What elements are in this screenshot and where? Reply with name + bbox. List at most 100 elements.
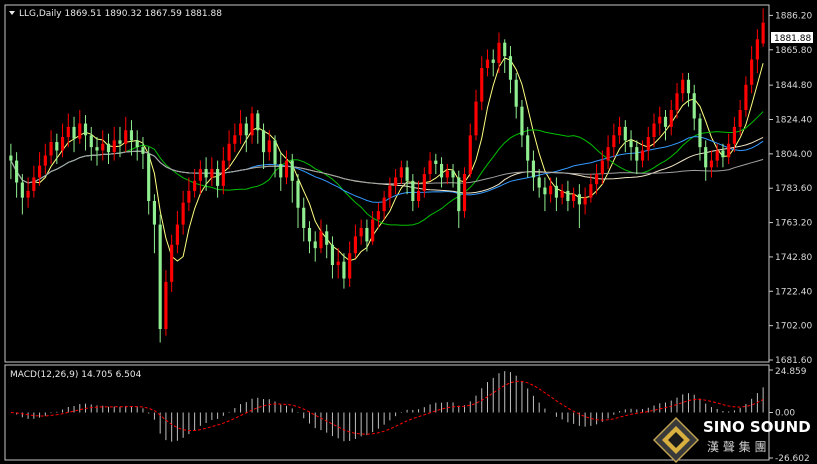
candle-body — [537, 177, 541, 188]
candle-body — [640, 150, 645, 161]
price-tick-label: 1722.40 — [775, 287, 812, 297]
candle-body — [124, 130, 128, 144]
candle-body — [296, 180, 300, 208]
candle-body — [503, 42, 507, 57]
candle-body — [681, 79, 685, 94]
candle-body — [101, 143, 105, 151]
candle-body — [227, 143, 231, 161]
candle-body — [474, 101, 478, 136]
candle-body — [543, 187, 547, 195]
candle-body — [750, 59, 754, 85]
candle-body — [526, 135, 530, 161]
candle-body — [319, 231, 323, 249]
candle-body — [267, 140, 271, 153]
candle-body — [572, 194, 576, 202]
candle-body — [629, 140, 633, 148]
price-tick-label: 1702.00 — [775, 322, 812, 332]
candle-body — [43, 155, 47, 166]
candle-body — [589, 184, 593, 198]
candle-body — [193, 180, 197, 191]
candle-body — [738, 110, 742, 127]
candle-body — [60, 137, 65, 151]
price-tick-label: 1844.80 — [775, 81, 812, 91]
candle-body — [595, 174, 599, 185]
candle-body — [744, 84, 748, 111]
candle-body — [514, 79, 518, 107]
candle-body — [261, 130, 266, 153]
candle-body — [204, 169, 208, 178]
candle-body — [411, 180, 415, 202]
candle-body — [451, 170, 455, 178]
candle-body — [457, 177, 461, 212]
candle-body — [353, 236, 357, 254]
candle-body — [732, 126, 736, 144]
candle-body — [646, 137, 650, 151]
candle-body — [348, 253, 352, 279]
candle-body — [302, 207, 306, 228]
candle-body — [663, 116, 668, 127]
candle-body — [692, 93, 696, 119]
candle-body — [95, 147, 99, 151]
candle-body — [698, 118, 702, 148]
candle-body — [129, 130, 134, 141]
candle-body — [342, 261, 346, 279]
candle-body — [359, 227, 363, 237]
candle-body — [15, 160, 19, 183]
candle-body — [273, 140, 277, 164]
candle-body — [388, 185, 392, 198]
candle-body — [371, 219, 375, 242]
price-tick-label: 1763.20 — [775, 219, 812, 229]
candle-body — [118, 140, 122, 144]
candle-body — [480, 67, 484, 102]
candle-body — [417, 190, 421, 202]
candle-body — [112, 140, 116, 153]
candle-body — [635, 147, 639, 161]
candle-body — [365, 227, 369, 242]
candle-body — [658, 116, 662, 124]
candle-body — [279, 163, 283, 178]
candle-body — [445, 170, 449, 178]
candle-body — [141, 147, 145, 154]
candlestick-chart: LLG,Daily 1869.51 1890.32 1867.59 1881.8… — [0, 0, 817, 464]
macd-tick-label: -26.602 — [775, 454, 810, 464]
candle-body — [577, 194, 581, 205]
candle-body — [72, 126, 76, 139]
candle-body — [428, 160, 432, 175]
candle-body — [175, 224, 179, 245]
candle-body — [583, 197, 587, 205]
candle-body — [250, 113, 254, 136]
candle-body — [675, 93, 679, 111]
candle-body — [187, 190, 191, 203]
candle-body — [313, 241, 317, 249]
candle-body — [170, 244, 174, 282]
candle-body — [336, 261, 340, 266]
candle-body — [612, 135, 616, 148]
candle-body — [38, 165, 42, 178]
candle-body — [210, 169, 214, 178]
logo-brand: SINO SOUND — [703, 418, 811, 436]
candle-body — [422, 174, 426, 191]
price-tick-label: 1681.60 — [775, 356, 812, 366]
candle-body — [78, 123, 82, 139]
candle-body — [755, 39, 759, 60]
current-price-label: 1881.88 — [774, 34, 811, 44]
candle-body — [382, 197, 386, 212]
candle-body — [686, 79, 691, 94]
candle-body — [669, 110, 673, 127]
price-tick-label: 1804.00 — [775, 150, 812, 160]
candle-body — [399, 167, 403, 178]
candle-body — [652, 123, 656, 138]
candle-body — [704, 147, 708, 168]
candle-body — [9, 155, 13, 161]
candle-body — [330, 244, 335, 266]
candle-body — [491, 59, 495, 63]
candle-body — [600, 160, 604, 175]
candle-body — [83, 123, 88, 136]
candle-body — [284, 160, 289, 178]
candle-body — [560, 190, 564, 198]
candle-body — [147, 153, 151, 202]
macd-tick-label: 0.00 — [775, 409, 795, 419]
candle-body — [106, 143, 111, 153]
price-tick-label: 1824.40 — [775, 115, 812, 125]
chart-header: LLG,Daily 1869.51 1890.32 1867.59 1881.8… — [19, 9, 222, 19]
